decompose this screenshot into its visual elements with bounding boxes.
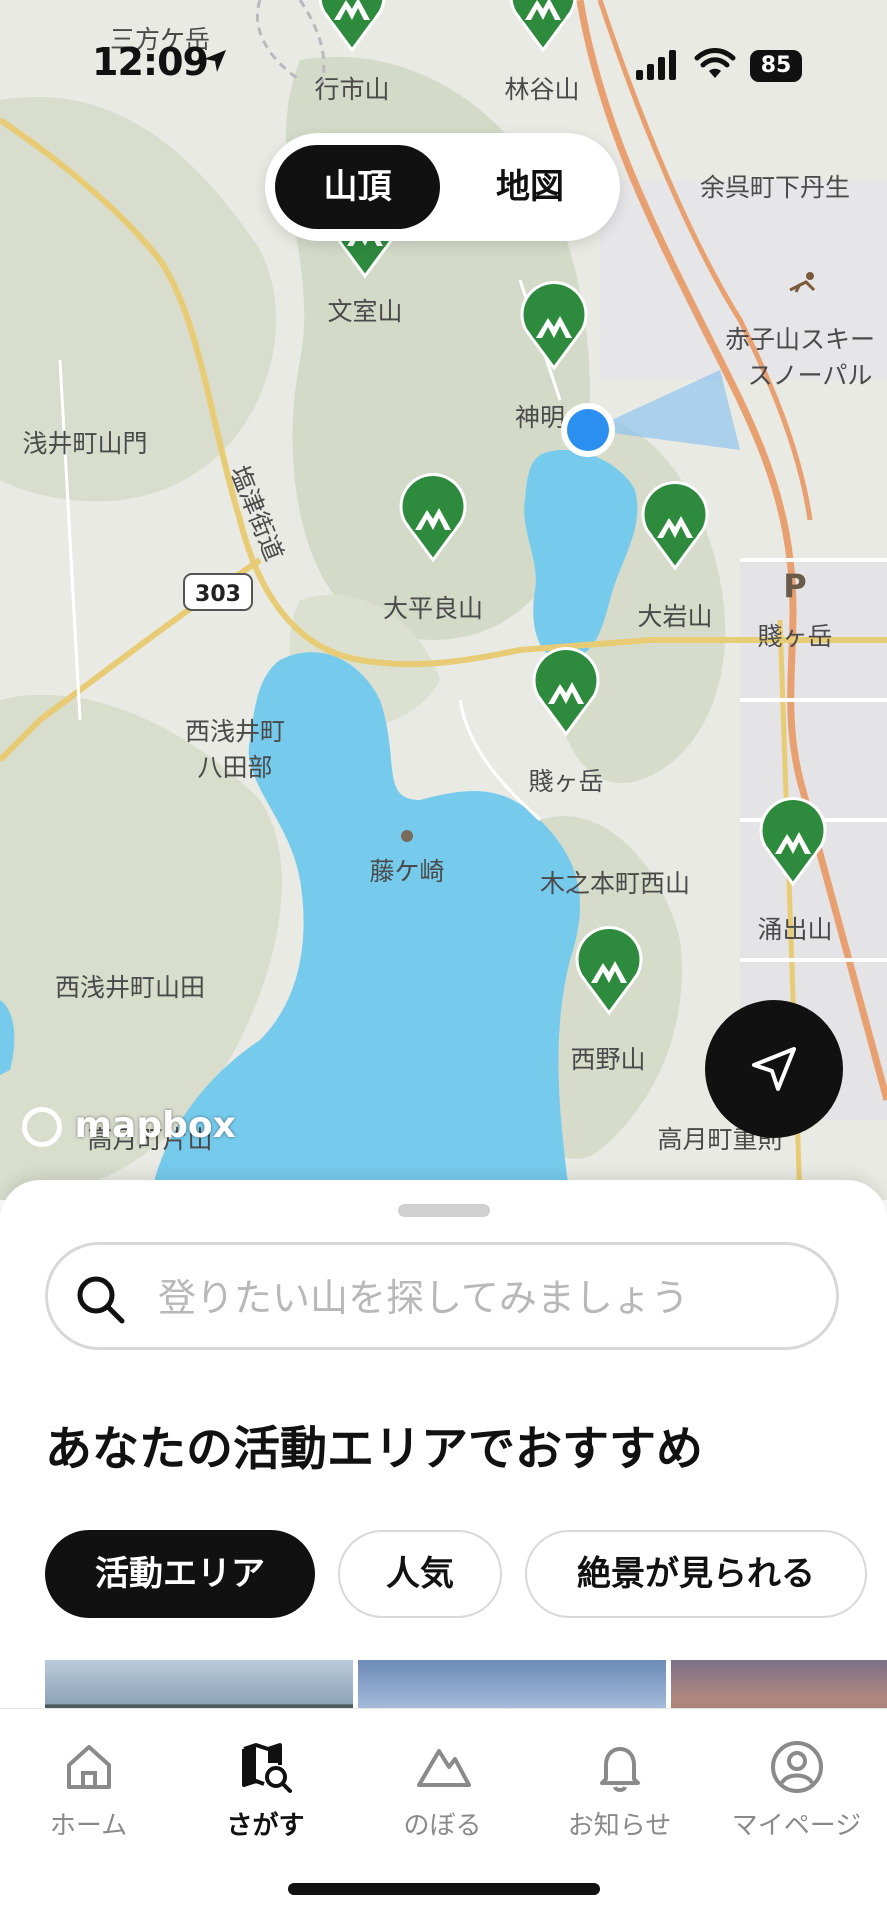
mountain-search-bar[interactable] (45, 1242, 839, 1350)
user-location-dot (567, 409, 609, 451)
home-icon (66, 1745, 111, 1789)
place-label: スノーパル (748, 361, 873, 390)
place-label: 藤ケ崎 (369, 857, 444, 886)
search-icon (77, 1276, 125, 1324)
place-label: 文室山 (327, 297, 402, 326)
tab-label: マイページ (731, 1811, 862, 1841)
explore-sheet: あなたの活動エリアでおすすめ 活動エリア 人気 絶景が見られる (0, 1180, 887, 1740)
place-dot (401, 830, 413, 842)
battery-indicator: 85 (750, 50, 802, 82)
parking-icon: P (783, 567, 806, 605)
map-search-icon (241, 1743, 292, 1793)
tab-label: のぼる (403, 1811, 482, 1841)
mountain-icon (416, 1749, 471, 1787)
place-label: 木之本町西山 (540, 869, 690, 898)
chip-popular[interactable]: 人気 (338, 1530, 502, 1618)
tab-notifications[interactable]: お知らせ (531, 1739, 708, 1869)
profile-icon (770, 1741, 823, 1793)
search-input[interactable] (156, 1265, 810, 1331)
chip-scenic[interactable]: 絶景が見られる (525, 1530, 867, 1618)
sheet-drag-handle[interactable] (398, 1204, 490, 1217)
home-indicator (288, 1883, 600, 1895)
status-time: 12:09 (92, 40, 209, 84)
place-label: 大平良山 (383, 594, 483, 623)
status-bar: 12:09 85 (0, 0, 887, 130)
svg-text:303: 303 (195, 582, 241, 607)
place-label: 八田部 (197, 753, 272, 782)
summit-mode-button[interactable]: 山頂 (275, 145, 440, 229)
bell-icon (599, 1747, 640, 1792)
tab-climb[interactable]: のぼる (354, 1739, 531, 1869)
recommendation-heading: あなたの活動エリアでおすすめ (45, 1422, 703, 1477)
place-label: 西浅井町山田 (55, 973, 205, 1002)
tab-search[interactable]: さがす (177, 1739, 354, 1869)
route-303-shield: 303 (183, 573, 253, 611)
place-label: 赤子山スキー (725, 325, 875, 354)
tab-label: さがす (226, 1811, 305, 1841)
place-label: 西野山 (570, 1045, 645, 1074)
location-arrow-icon (204, 50, 226, 72)
place-label: 西浅井町 (185, 717, 285, 746)
navigation-arrow-icon (752, 1047, 796, 1091)
place-label: 神明 (515, 403, 565, 432)
tab-label: ホーム (49, 1811, 128, 1841)
tab-label: お知らせ (567, 1811, 672, 1841)
place-label: 賤ヶ岳 (528, 767, 603, 796)
wifi-icon (694, 48, 736, 78)
tab-mypage[interactable]: マイページ (708, 1739, 885, 1869)
cellular-signal-icon (636, 50, 676, 80)
place-label: 余呉町下丹生 (700, 173, 850, 202)
place-label: 涌出山 (757, 915, 832, 944)
place-label: 浅井町山門 (22, 429, 147, 458)
chip-activity-area[interactable]: 活動エリア (45, 1530, 315, 1618)
map-mode-button[interactable]: 地図 (450, 145, 610, 229)
place-label: 賤ヶ岳 (757, 622, 832, 651)
place-label: 大岩山 (637, 602, 712, 631)
locate-me-button[interactable] (705, 1000, 843, 1138)
map-mode-toggle: 山頂 地図 (265, 133, 620, 241)
mapbox-logo: mapbox (22, 1105, 236, 1147)
tab-home[interactable]: ホーム (0, 1739, 177, 1869)
